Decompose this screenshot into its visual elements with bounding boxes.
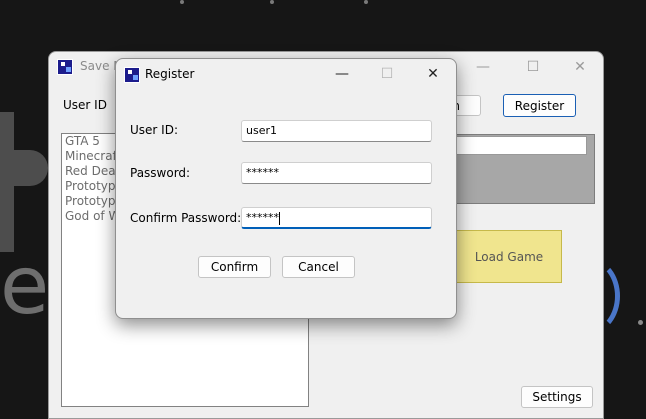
background-dot [270, 0, 274, 4]
password-value: ****** [246, 166, 279, 179]
load-game-label: Load Game [474, 249, 544, 264]
app-icon [57, 59, 73, 75]
close-icon[interactable]: ✕ [410, 59, 456, 89]
background-letter: e [0, 239, 50, 332]
user-id-value: user1 [246, 124, 277, 137]
user-id-field[interactable]: user1 [241, 120, 432, 142]
background-dot [638, 320, 643, 325]
minimize-icon[interactable]: — [319, 59, 365, 89]
app-icon [124, 67, 140, 83]
confirm-button-label: Confirm [210, 260, 259, 274]
cancel-button-label: Cancel [298, 260, 339, 274]
register-button-label: Register [514, 98, 565, 113]
background-shape [0, 112, 14, 252]
background-dot [364, 0, 368, 4]
preview-input[interactable] [456, 136, 587, 155]
maximize-icon[interactable]: ☐ [510, 52, 556, 82]
confirm-button[interactable]: Confirm [198, 256, 271, 278]
text-caret [279, 211, 280, 225]
background-dot [180, 0, 184, 4]
user-id-label: User ID [63, 98, 107, 112]
register-dialog: Register — ☐ ✕ User ID: user1 Password: … [115, 58, 457, 319]
minimize-icon[interactable]: — [460, 52, 506, 82]
confirm-password-field[interactable]: ****** [241, 207, 432, 229]
confirm-password-value: ****** [246, 211, 279, 224]
register-button[interactable]: Register [503, 94, 576, 117]
dialog-title: Register [145, 67, 195, 81]
close-icon[interactable]: ✕ [557, 52, 603, 82]
password-label: Password: [130, 166, 191, 180]
maximize-icon[interactable]: ☐ [364, 59, 410, 89]
cancel-button[interactable]: Cancel [282, 256, 355, 278]
settings-button-label: Settings [532, 390, 582, 404]
password-field[interactable]: ****** [241, 162, 432, 184]
load-game-button[interactable]: Load Game [456, 230, 562, 283]
user-id-label: User ID: [130, 123, 178, 137]
background-shape [14, 150, 48, 186]
settings-button[interactable]: Settings [521, 386, 593, 408]
confirm-password-label: Confirm Password: [130, 211, 242, 225]
